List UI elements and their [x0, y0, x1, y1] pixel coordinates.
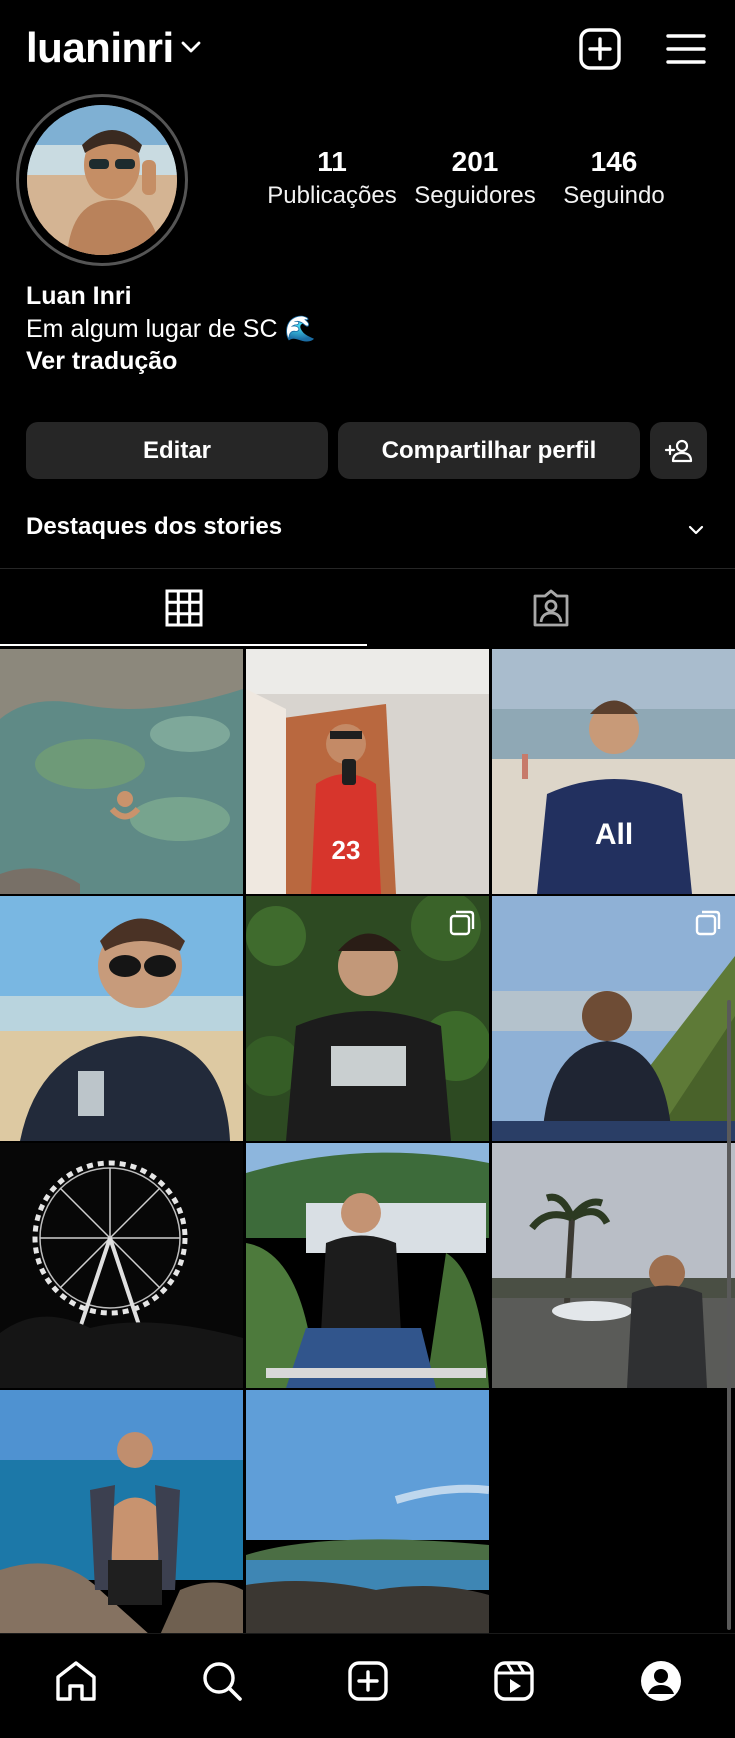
carousel-icon	[449, 910, 475, 936]
stat-followers-count: 201	[451, 146, 499, 177]
story-highlights-label[interactable]: Destaques dos stories	[26, 513, 282, 541]
post-thumbnail[interactable]	[0, 1143, 243, 1388]
avatar[interactable]	[27, 105, 177, 255]
stat-following-label: Seguindo	[563, 182, 665, 209]
bottom-navigation	[0, 1633, 735, 1738]
post-thumbnail[interactable]: 23	[246, 649, 489, 894]
post-thumbnail[interactable]	[0, 1390, 243, 1635]
profile-name: Luan Inri	[26, 282, 132, 310]
chevron-down-icon[interactable]	[180, 36, 202, 58]
svg-text:23: 23	[332, 835, 361, 865]
share-profile-button[interactable]: Compartilhar perfil	[338, 422, 640, 479]
tagged-icon	[533, 589, 569, 627]
stat-posts[interactable]: 11 Publicações	[262, 146, 402, 210]
chevron-down-icon[interactable]	[686, 520, 706, 540]
post-thumbnail[interactable]	[492, 896, 735, 1141]
stat-following-count: 146	[590, 146, 638, 177]
see-translation-link[interactable]: Ver tradução	[26, 347, 177, 376]
top-header: luaninri	[0, 0, 735, 96]
add-person-button[interactable]	[650, 422, 707, 479]
nav-reels[interactable]	[489, 1656, 539, 1706]
edit-profile-button[interactable]: Editar	[26, 422, 328, 479]
active-tab-indicator	[0, 644, 367, 646]
search-icon	[203, 1662, 242, 1701]
post-thumbnail[interactable]: All	[492, 649, 735, 894]
reels-icon	[494, 1661, 534, 1701]
nav-search[interactable]	[197, 1656, 247, 1706]
stat-followers[interactable]: 201 Seguidores	[405, 146, 545, 210]
post-thumbnail[interactable]	[246, 1390, 489, 1635]
grid-icon	[165, 589, 202, 627]
scrollbar[interactable]	[727, 1000, 731, 1630]
post-thumbnail[interactable]	[246, 896, 489, 1141]
post-thumbnail[interactable]	[0, 649, 243, 894]
nav-create[interactable]	[343, 1656, 393, 1706]
profile-bio: Em algum lugar de SC 🌊	[26, 315, 316, 343]
post-thumbnail[interactable]	[246, 1143, 489, 1388]
stat-posts-count: 11	[317, 146, 347, 177]
menu-icon[interactable]	[663, 26, 709, 72]
add-person-icon	[664, 439, 692, 462]
create-icon	[348, 1661, 388, 1701]
post-thumbnail[interactable]	[0, 896, 243, 1141]
stat-followers-label: Seguidores	[414, 182, 536, 209]
profile-icon	[641, 1661, 681, 1701]
tab-posts-grid[interactable]	[0, 570, 367, 646]
post-thumbnail[interactable]	[492, 1143, 735, 1388]
svg-text:All: All	[595, 818, 633, 851]
nav-home[interactable]	[51, 1656, 101, 1706]
divider	[0, 568, 735, 569]
stat-following[interactable]: 146 Seguindo	[546, 146, 682, 210]
home-icon	[56, 1661, 96, 1701]
carousel-icon	[695, 910, 721, 936]
nav-profile[interactable]	[636, 1656, 686, 1706]
new-post-icon[interactable]	[577, 26, 623, 72]
stat-posts-label: Publicações	[267, 182, 397, 209]
profile-username[interactable]: luaninri	[26, 24, 174, 72]
tab-tagged[interactable]	[367, 570, 735, 646]
